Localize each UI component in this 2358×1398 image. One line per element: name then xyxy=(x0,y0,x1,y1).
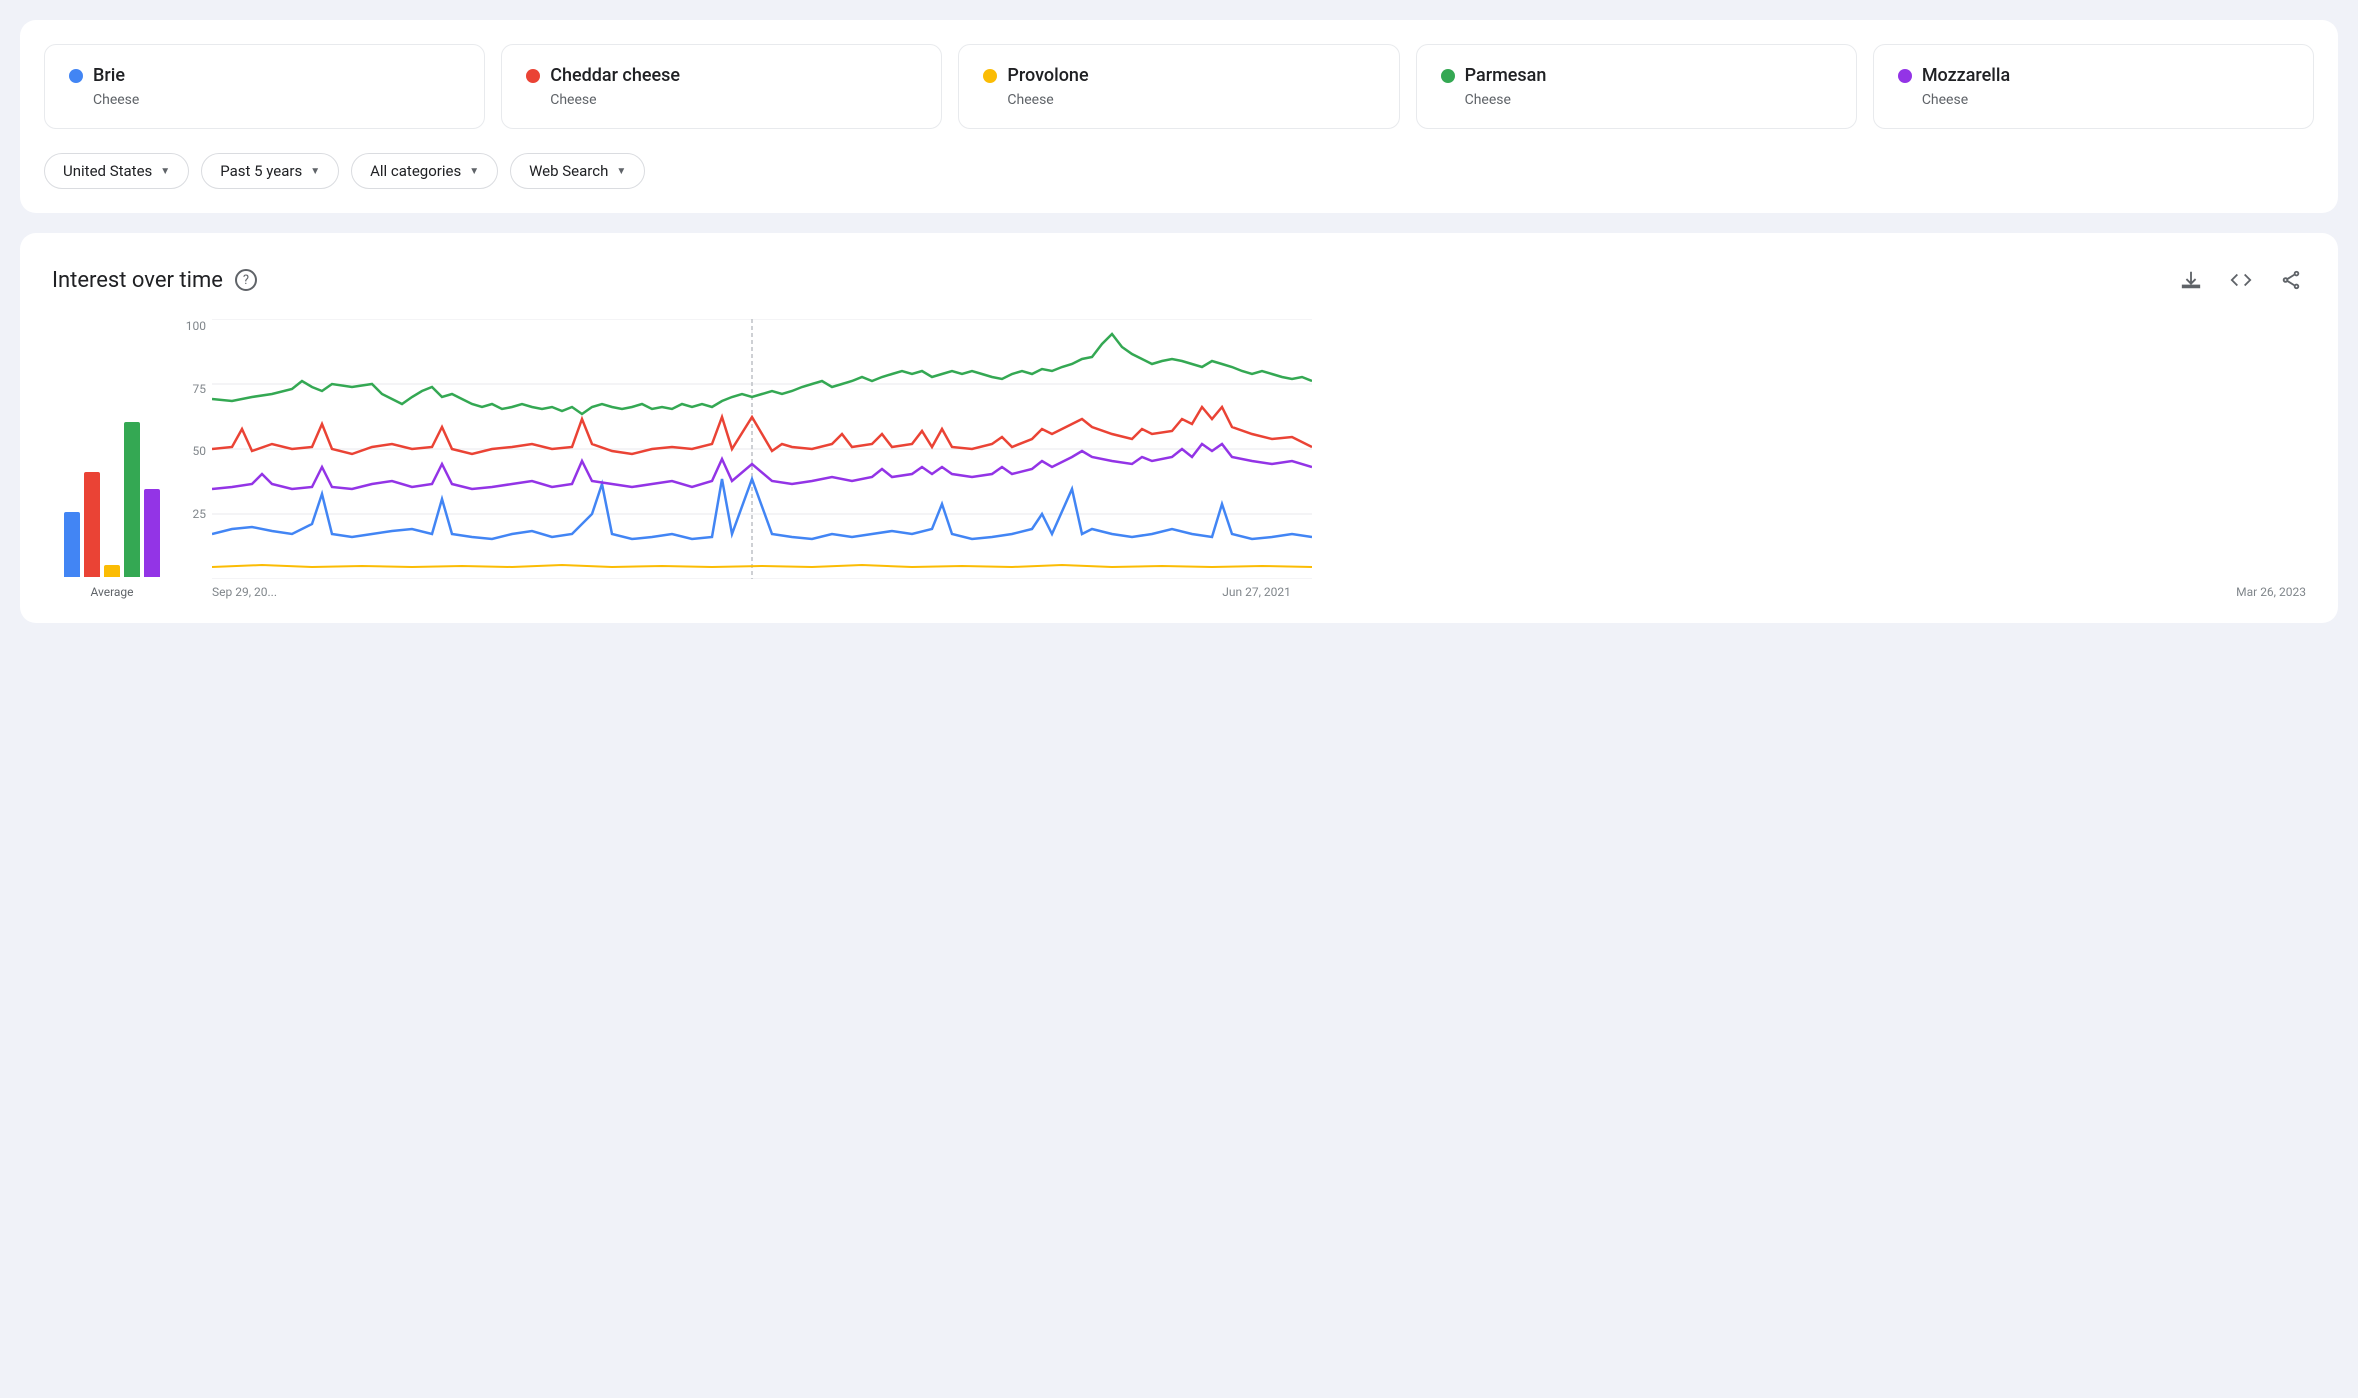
topic-type: Cheese xyxy=(1465,92,1832,108)
topic-dot xyxy=(1898,69,1912,83)
help-icon[interactable]: ? xyxy=(235,269,257,291)
chart-title: Interest over time xyxy=(52,268,223,293)
filter-searchtype[interactable]: Web Search ▼ xyxy=(510,153,645,189)
y-axis-label: 75 xyxy=(172,382,212,396)
topic-card-cheddar-cheese[interactable]: Cheddar cheese Cheese xyxy=(501,44,942,129)
topic-name: Cheddar cheese xyxy=(550,65,680,86)
filter-category[interactable]: All categories ▼ xyxy=(351,153,498,189)
topic-card-mozzarella[interactable]: Mozzarella Cheese xyxy=(1873,44,2314,129)
avg-bar xyxy=(124,422,140,577)
topic-dot xyxy=(1441,69,1455,83)
x-axis-label: Mar 26, 2023 xyxy=(2236,585,2306,599)
filter-label: United States xyxy=(63,162,152,180)
trend-chart xyxy=(212,319,1312,579)
x-axis-labels: Sep 29, 20... Jun 27, 2021 Mar 26, 2023 xyxy=(212,585,2306,599)
topic-dot xyxy=(69,69,83,83)
avg-bar xyxy=(144,489,160,577)
chart-section: Interest over time ? xyxy=(20,233,2338,623)
avg-bar xyxy=(104,565,120,577)
topic-card-parmesan[interactable]: Parmesan Cheese xyxy=(1416,44,1857,129)
filter-label: All categories xyxy=(370,162,461,180)
chevron-down-icon: ▼ xyxy=(310,166,320,177)
y-axis-label: 100 xyxy=(172,319,212,333)
y-axis-label: 50 xyxy=(172,444,212,458)
avg-bars xyxy=(64,377,160,577)
chevron-down-icon: ▼ xyxy=(469,166,479,177)
x-axis-label: Sep 29, 20... xyxy=(212,585,277,599)
avg-bar xyxy=(84,472,100,577)
chart-actions xyxy=(2176,265,2306,295)
embed-button[interactable] xyxy=(2226,265,2256,295)
topic-card-header: Cheddar cheese xyxy=(526,65,917,86)
chart-header: Interest over time ? xyxy=(52,265,2306,295)
topic-dot xyxy=(983,69,997,83)
avg-section: Average xyxy=(52,377,172,599)
chevron-down-icon: ▼ xyxy=(160,166,170,177)
topic-type: Cheese xyxy=(93,92,460,108)
topic-name: Mozzarella xyxy=(1922,65,2010,86)
topic-card-header: Brie xyxy=(69,65,460,86)
filters: United States▼Past 5 years▼All categorie… xyxy=(44,153,2314,189)
y-axis-label: 25 xyxy=(172,507,212,521)
download-button[interactable] xyxy=(2176,265,2206,295)
chart-title-group: Interest over time ? xyxy=(52,268,257,293)
mozzarella-line xyxy=(212,444,1312,489)
topic-type: Cheese xyxy=(1007,92,1374,108)
topic-type: Cheese xyxy=(1922,92,2289,108)
topic-cards: Brie Cheese Cheddar cheese Cheese Provol… xyxy=(44,44,2314,129)
chevron-down-icon: ▼ xyxy=(616,166,626,177)
filter-region[interactable]: United States ▼ xyxy=(44,153,189,189)
filter-timerange[interactable]: Past 5 years ▼ xyxy=(201,153,339,189)
share-button[interactable] xyxy=(2276,265,2306,295)
topic-name: Provolone xyxy=(1007,65,1088,86)
filter-label: Web Search xyxy=(529,162,608,180)
topic-card-brie[interactable]: Brie Cheese xyxy=(44,44,485,129)
topic-card-header: Provolone xyxy=(983,65,1374,86)
chart-svg-wrapper xyxy=(212,319,2306,579)
topic-name: Parmesan xyxy=(1465,65,1547,86)
topic-card-header: Mozzarella xyxy=(1898,65,2289,86)
top-section: Brie Cheese Cheddar cheese Cheese Provol… xyxy=(20,20,2338,213)
avg-bar xyxy=(64,512,80,577)
parmesan-line xyxy=(212,334,1312,414)
topic-type: Cheese xyxy=(550,92,917,108)
y-axis-labels: 100 75 50 25 xyxy=(172,319,212,569)
topic-dot xyxy=(526,69,540,83)
main-chart: 100 75 50 25 xyxy=(172,319,2306,599)
cheddar-line xyxy=(212,407,1312,454)
x-axis-label: Jun 27, 2021 xyxy=(1222,585,1291,599)
chart-area: Average 100 75 50 25 xyxy=(52,319,2306,599)
avg-label: Average xyxy=(90,585,133,599)
topic-card-header: Parmesan xyxy=(1441,65,1832,86)
topic-name: Brie xyxy=(93,65,125,86)
topic-card-provolone[interactable]: Provolone Cheese xyxy=(958,44,1399,129)
provolone-line xyxy=(212,565,1312,567)
filter-label: Past 5 years xyxy=(220,162,302,180)
brie-line xyxy=(212,479,1312,539)
